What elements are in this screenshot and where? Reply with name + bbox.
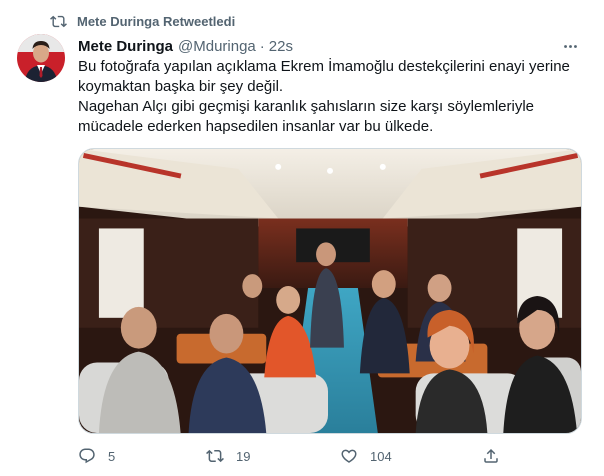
retweet-header: Mete Duringa Retweetledi	[50, 11, 235, 31]
tweet-photo[interactable]	[78, 148, 582, 434]
tweet-text: Bu fotoğrafa yapılan açıklama Ekrem İmam…	[78, 57, 583, 137]
author-handle[interactable]: @Mduringa	[178, 38, 256, 55]
reply-icon	[79, 448, 95, 464]
retweet-icon	[50, 15, 67, 27]
tweet-header: Mete Duringa @Mduringa · 22s	[78, 36, 584, 56]
more-icon	[563, 44, 577, 48]
separator: ·	[259, 37, 265, 55]
retweet-icon	[206, 449, 224, 463]
share-icon	[484, 448, 498, 463]
like-count: 104	[370, 448, 392, 464]
tweet-paragraph: Nagehan Alçı gibi geçmişi karanlık şahıs…	[78, 98, 535, 135]
retweet-label[interactable]: Mete Duringa Retweetledi	[77, 14, 235, 29]
tweet-time[interactable]: 22s	[269, 38, 293, 55]
tweet-actions: 5 19 104	[78, 444, 508, 468]
tweet-paragraph: Bu fotoğrafa yapılan açıklama Ekrem İmam…	[78, 58, 570, 95]
share-button[interactable]	[482, 447, 500, 465]
heart-icon	[341, 449, 357, 463]
reply-button[interactable]: 5	[78, 447, 115, 465]
like-button[interactable]: 104	[340, 447, 392, 465]
retweet-count: 19	[236, 448, 251, 464]
retweet-button[interactable]: 19	[206, 447, 250, 465]
photo-image	[79, 149, 581, 433]
reply-count: 5	[108, 448, 116, 464]
author-name[interactable]: Mete Duringa	[78, 38, 173, 55]
avatar[interactable]	[17, 34, 65, 82]
more-button[interactable]	[556, 32, 584, 60]
